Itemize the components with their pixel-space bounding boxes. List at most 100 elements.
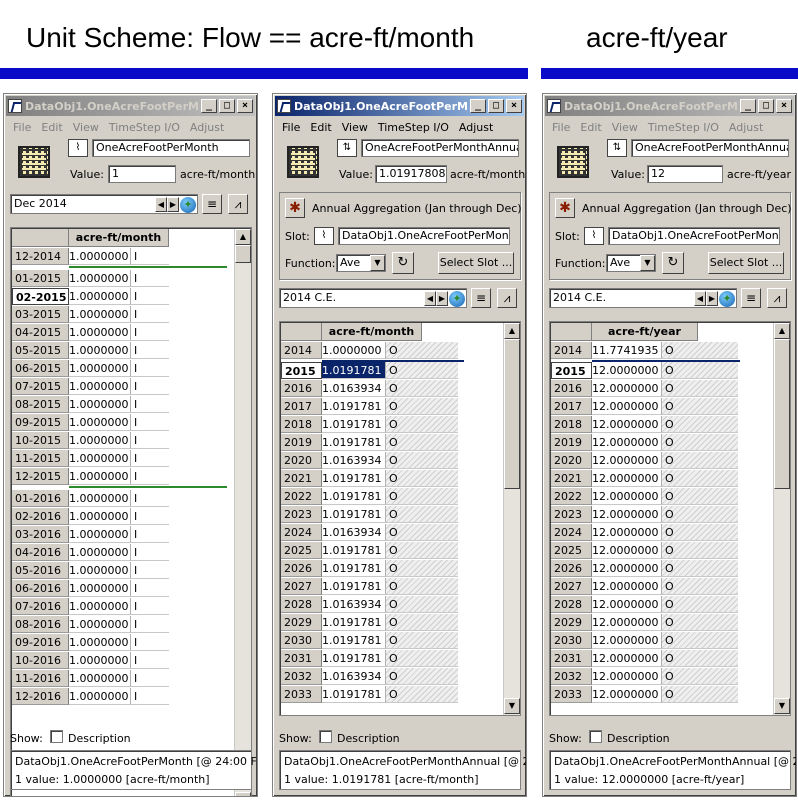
row-label[interactable]: 08-2016: [12, 616, 69, 633]
cell-value[interactable]: 1.0000000: [69, 544, 131, 561]
menu-timestep-io[interactable]: TimeStep I/O: [104, 121, 185, 134]
table-row[interactable]: 12-2015 1.0000000 I: [11, 468, 233, 486]
row-label[interactable]: 2019: [281, 434, 322, 451]
row-label[interactable]: 2023: [281, 506, 322, 523]
table-row[interactable]: 05-2016 1.0000000 I: [11, 562, 233, 580]
value-field[interactable]: 12: [647, 165, 723, 183]
row-label[interactable]: 2020: [281, 452, 322, 469]
maximize-button[interactable]: □: [758, 99, 774, 113]
table-row[interactable]: 2029 1.0191781 O: [280, 614, 502, 632]
row-label[interactable]: 2028: [551, 596, 592, 613]
row-label[interactable]: 2014: [281, 342, 322, 359]
cell-value[interactable]: 1.0000000: [69, 414, 131, 431]
vertical-scrollbar[interactable]: ▲ ▼: [234, 229, 251, 796]
minimize-button[interactable]: _: [740, 99, 756, 113]
cell-value[interactable]: 1.0000000: [69, 324, 131, 341]
table-row[interactable]: 2014 11.7741935 O: [550, 342, 772, 360]
table-row[interactable]: 2031 12.0000000 O: [550, 650, 772, 668]
row-label[interactable]: 2026: [551, 560, 592, 577]
table-row[interactable]: 10-2016 1.0000000 I: [11, 652, 233, 670]
row-label[interactable]: 2029: [281, 614, 322, 631]
cell-value[interactable]: 1.0000000: [69, 396, 131, 413]
table-row[interactable]: 2024 1.0163934 O: [280, 524, 502, 542]
menu-edit[interactable]: Edit: [36, 121, 67, 134]
cell-value[interactable]: 1.0000000: [69, 616, 131, 633]
close-button[interactable]: ×: [776, 99, 792, 113]
table-row[interactable]: 2032 12.0000000 O: [550, 668, 772, 686]
table-row[interactable]: 2025 12.0000000 O: [550, 542, 772, 560]
scroll-thumb[interactable]: [774, 339, 790, 489]
cell-value[interactable]: 1.0000000: [69, 360, 131, 377]
cell-value[interactable]: 1.0191781: [322, 686, 386, 703]
row-label[interactable]: 06-2016: [12, 580, 69, 597]
row-label[interactable]: 2021: [281, 470, 322, 487]
row-label[interactable]: 10-2015: [12, 432, 69, 449]
agg-slot-field[interactable]: DataObj1.OneAcreFootPerMonth: [338, 227, 510, 245]
table-row[interactable]: 04-2015 1.0000000 I: [11, 324, 233, 342]
cell-value[interactable]: 1.0000000: [322, 342, 386, 359]
table-row[interactable]: 2021 12.0000000 O: [550, 470, 772, 488]
table-row[interactable]: 2022 1.0191781 O: [280, 488, 502, 506]
cell-value[interactable]: 1.0191781: [322, 398, 386, 415]
cell-value[interactable]: 12.0000000: [592, 362, 662, 379]
cell-value[interactable]: 12.0000000: [592, 506, 662, 523]
cell-value[interactable]: 1.0163934: [322, 668, 386, 685]
description-checkbox[interactable]: [589, 730, 602, 743]
table-row[interactable]: 2031 1.0191781 O: [280, 650, 502, 668]
date-navigator[interactable]: Dec 2014 ◀ ▶ ✦: [10, 194, 198, 214]
cell-value[interactable]: 1.0000000: [69, 634, 131, 651]
table-row[interactable]: 2021 1.0191781 O: [280, 470, 502, 488]
cell-value[interactable]: 1.0191781: [322, 488, 386, 505]
column-header[interactable]: acre-ft/month: [322, 323, 422, 341]
cell-value[interactable]: 1.0000000: [69, 378, 131, 395]
row-label[interactable]: 2026: [281, 560, 322, 577]
cell-value[interactable]: 1.0000000: [69, 598, 131, 615]
scroll-thumb[interactable]: [235, 245, 251, 263]
refresh-button[interactable]: ↻: [392, 252, 414, 274]
menu-timestep-io[interactable]: TimeStep I/O: [373, 121, 454, 134]
value-field[interactable]: 1: [108, 165, 176, 183]
table-row[interactable]: 2020 1.0163934 O: [280, 452, 502, 470]
row-label[interactable]: 2020: [551, 452, 592, 469]
cell-value[interactable]: 1.0191781: [322, 542, 386, 559]
table-row[interactable]: 2017 1.0191781 O: [280, 398, 502, 416]
table-row[interactable]: 07-2016 1.0000000 I: [11, 598, 233, 616]
row-label[interactable]: 2024: [281, 524, 322, 541]
row-label[interactable]: 2030: [551, 632, 592, 649]
cell-value[interactable]: 1.0000000: [69, 526, 131, 543]
row-label[interactable]: 03-2015: [12, 306, 69, 323]
cell-value[interactable]: 1.0000000: [69, 652, 131, 669]
cell-value[interactable]: 1.0191781: [322, 434, 386, 451]
cell-value[interactable]: 12.0000000: [592, 650, 662, 667]
row-label[interactable]: 2017: [281, 398, 322, 415]
row-label[interactable]: 05-2016: [12, 562, 69, 579]
row-label[interactable]: 11-2015: [12, 450, 69, 467]
cell-value[interactable]: 1.0191781: [322, 362, 386, 379]
row-label[interactable]: 02-2016: [12, 508, 69, 525]
cell-value[interactable]: 1.0000000: [69, 288, 131, 305]
agg-slot-field[interactable]: DataObj1.OneAcreFootPerMonth: [608, 227, 780, 245]
row-label[interactable]: 2032: [281, 668, 322, 685]
menu-file[interactable]: File: [277, 121, 305, 134]
description-checkbox[interactable]: [319, 730, 332, 743]
row-label[interactable]: 2028: [281, 596, 322, 613]
cell-value[interactable]: 12.0000000: [592, 452, 662, 469]
row-label[interactable]: 12-2016: [12, 688, 69, 705]
menu-view[interactable]: View: [607, 121, 643, 134]
slot-name-field[interactable]: OneAcreFootPerMonthAnnual: [631, 139, 789, 157]
table-row[interactable]: 07-2015 1.0000000 I: [11, 378, 233, 396]
row-label[interactable]: 2018: [281, 416, 322, 433]
row-label[interactable]: 11-2016: [12, 670, 69, 687]
cell-value[interactable]: 1.0191781: [322, 578, 386, 595]
row-label[interactable]: 2033: [281, 686, 322, 703]
row-label[interactable]: 2016: [551, 380, 592, 397]
table-row[interactable]: 2017 12.0000000 O: [550, 398, 772, 416]
row-label[interactable]: 2014: [551, 342, 592, 359]
chevron-down-icon[interactable]: ▼: [370, 255, 385, 271]
title-bar[interactable]: DataObj1.OneAcreFootPerMo... _ □ ×: [6, 96, 255, 116]
title-bar[interactable]: DataObj1.OneAcreFootPerMo... _ □ ×: [545, 96, 794, 116]
cell-value[interactable]: 1.0000000: [69, 670, 131, 687]
select-slot-button[interactable]: Select Slot ...: [438, 252, 514, 274]
table-view-icon[interactable]: ≡: [471, 288, 491, 308]
cell-value[interactable]: 12.0000000: [592, 668, 662, 685]
